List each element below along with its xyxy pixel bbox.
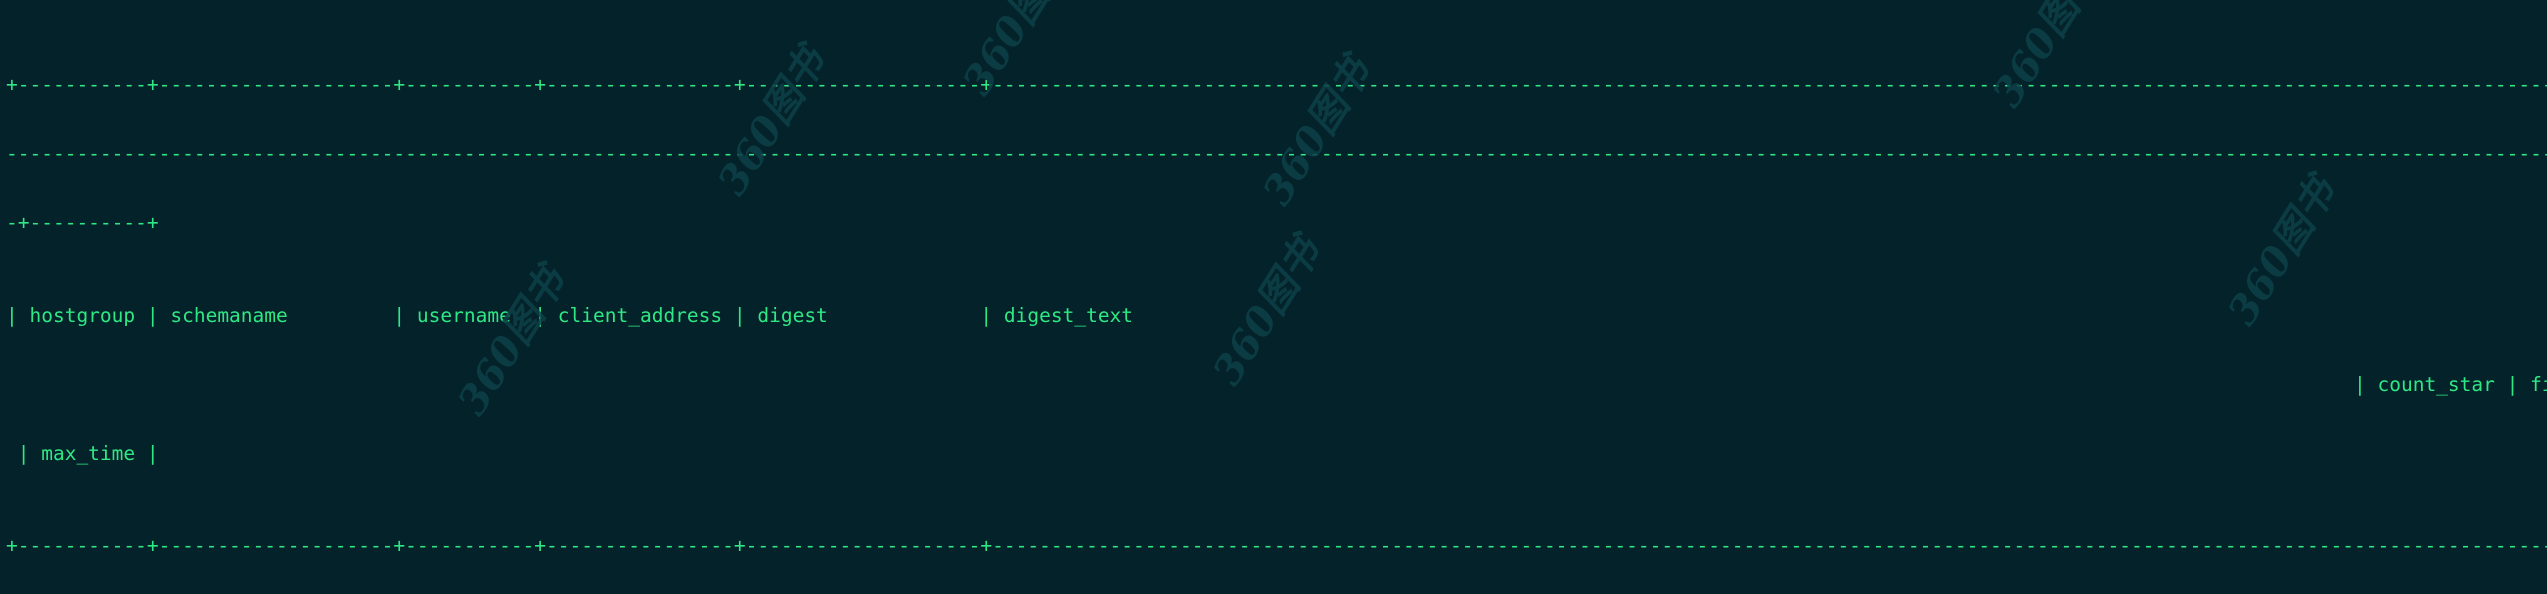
table-border-top-wrap2: -+----------+ <box>6 211 159 235</box>
table-header-row-wrap2: | max_time | <box>6 441 159 465</box>
watermark: 360图书 <box>708 39 835 204</box>
table-border-mid: +-----------+--------------------+------… <box>6 534 2547 558</box>
table-border-top: +-----------+--------------------+------… <box>6 73 2547 97</box>
table-header-row-wrap1: | count_star | first_seen | last_seen | … <box>2353 372 2547 396</box>
table-border-top-wrap1: ----------------------------------------… <box>6 142 2547 166</box>
terminal-window[interactable]: +-----------+--------------------+------… <box>0 0 2547 594</box>
table-header-row: | hostgroup | schemaname | username | cl… <box>6 303 1134 327</box>
